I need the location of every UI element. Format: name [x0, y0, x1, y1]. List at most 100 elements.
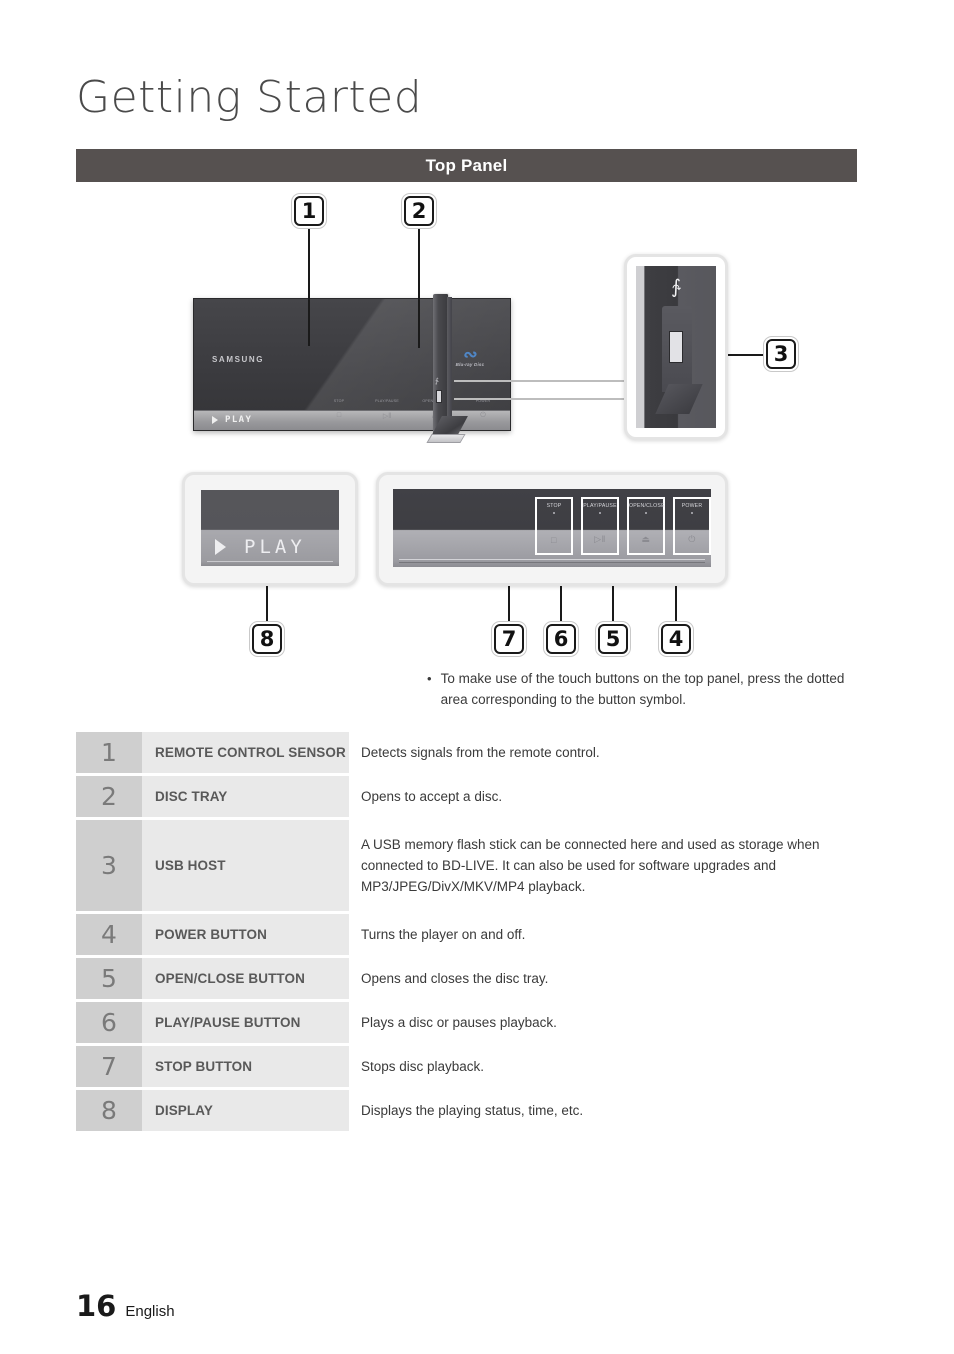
bullet-icon: • [427, 671, 432, 686]
touch-button-note: • To make use of the touch buttons on th… [427, 668, 847, 710]
row-label: PLAY/PAUSE BUTTON [142, 1002, 349, 1043]
row-number: 3 [76, 820, 142, 911]
front-stop-label: STOP [333, 399, 345, 403]
callout-badge-8: 8 [252, 624, 282, 654]
side-usb-icon: ∱ [435, 378, 439, 385]
front-touch-button-power[interactable]: POWER ⏻ [470, 399, 496, 420]
usb-port-opening [669, 331, 683, 363]
row-number: 8 [76, 1090, 142, 1131]
callout-badge-5: 5 [598, 624, 628, 654]
play-pause-symbol-icon: ▷‖ [382, 413, 392, 420]
callout-badge-6: 6 [546, 624, 576, 654]
samsung-brand-logo: SAMSUNG [212, 355, 265, 364]
touch-button-power[interactable]: POWER ⏻ [673, 497, 711, 555]
touch-power-dot [691, 512, 693, 514]
touch-stop-dot [553, 512, 555, 514]
touch-button-stop[interactable]: STOP □ [535, 497, 573, 555]
page-title: Getting Started [76, 72, 423, 123]
front-play-pause-label: PLAY/PAUSE [375, 399, 399, 403]
table-row: 2 DISC TRAY Opens to accept a disc. [76, 776, 857, 817]
usb-zoom-connector-top [454, 380, 626, 382]
side-stand-base [426, 434, 466, 443]
display-status-text: PLAY [244, 536, 306, 558]
leader-line-8 [266, 580, 268, 624]
usb-host-magnified-view: ∱ [624, 254, 728, 440]
display-play-triangle-icon [215, 539, 226, 555]
front-touch-button-play-pause[interactable]: PLAY/PAUSE ▷‖ [374, 399, 400, 420]
row-description: Opens to accept a disc. [349, 776, 857, 817]
table-row: 6 PLAY/PAUSE BUTTON Plays a disc or paus… [76, 1002, 857, 1043]
front-display: PLAY [212, 415, 252, 425]
usb-zoom-connector-bottom [454, 398, 626, 400]
touch-play-pause-label: PLAY/PAUSE [583, 503, 617, 509]
leader-line-4 [675, 580, 677, 624]
callout-badge-1: 1 [294, 196, 324, 226]
leader-line-1 [308, 226, 310, 346]
player-front-view: SAMSUNG ∾ Blu-ray Disc PLAY STOP □ PLAY/… [193, 298, 511, 431]
eject-icon: ⏏ [641, 534, 651, 544]
callout-badge-7: 7 [494, 624, 524, 654]
stop-symbol-icon: □ [336, 412, 342, 419]
display-magnified-view: PLAY [182, 472, 358, 586]
row-label: DISC TRAY [142, 776, 349, 817]
callout-badge-3: 3 [766, 339, 796, 369]
touch-button-group: STOP □ PLAY/PAUSE ▷‖ OPEN/CLOSE ⏏ POWER [535, 497, 711, 555]
touch-stop-label: STOP [546, 503, 562, 509]
touch-power-label: POWER [681, 503, 703, 509]
page-footer: 16 English [76, 1289, 175, 1323]
display-screen: PLAY [201, 490, 339, 566]
row-label: DISPLAY [142, 1090, 349, 1131]
leader-line-7 [508, 580, 510, 624]
row-label: OPEN/CLOSE BUTTON [142, 958, 349, 999]
row-description: Stops disc playback. [349, 1046, 857, 1087]
row-number: 2 [76, 776, 142, 817]
row-description: A USB memory flash stick can be connecte… [349, 820, 857, 911]
callout-badge-2: 2 [404, 196, 434, 226]
section-header-bar: Top Panel [76, 149, 857, 182]
table-row: 1 REMOTE CONTROL SENSOR Detects signals … [76, 732, 857, 773]
row-description: Opens and closes the disc tray. [349, 958, 857, 999]
display-status-row: PLAY [201, 536, 339, 558]
front-touch-button-stop[interactable]: STOP □ [326, 399, 352, 420]
display-underline [207, 561, 333, 562]
row-number: 7 [76, 1046, 142, 1087]
table-row: 5 OPEN/CLOSE BUTTON Opens and closes the… [76, 958, 857, 999]
side-usb-port [436, 390, 442, 403]
stop-icon: □ [551, 535, 557, 545]
row-label: USB HOST [142, 820, 349, 911]
row-label: REMOTE CONTROL SENSOR [142, 732, 349, 773]
row-number: 6 [76, 1002, 142, 1043]
front-touch-button-row: STOP □ PLAY/PAUSE ▷‖ OPEN/CLOSE ⏏ POWER … [326, 399, 496, 420]
side-body [433, 294, 448, 434]
row-description: Displays the playing status, time, etc. [349, 1090, 857, 1131]
power-symbol-icon: ⏻ [480, 412, 486, 419]
touch-open-close-dot [645, 512, 647, 514]
table-row: 8 DISPLAY Displays the playing status, t… [76, 1090, 857, 1131]
row-number: 5 [76, 958, 142, 999]
table-row: 4 POWER BUTTON Turns the player on and o… [76, 914, 857, 955]
usb-zoom-surface: ∱ [636, 266, 716, 428]
callout-badge-4: 4 [661, 624, 691, 654]
touch-panel-surface: STOP □ PLAY/PAUSE ▷‖ OPEN/CLOSE ⏏ POWER [393, 489, 711, 567]
side-body-edge [447, 297, 452, 432]
touch-button-open-close[interactable]: OPEN/CLOSE ⏏ [627, 497, 665, 555]
touch-open-close-label: OPEN/CLOSE [629, 503, 665, 509]
play-triangle-icon [212, 416, 218, 424]
note-text: To make use of the touch buttons on the … [440, 671, 845, 707]
section-header-title: Top Panel [425, 155, 508, 175]
top-panel-illustration: 1 2 SAMSUNG ∾ Blu-ray Disc PLAY STOP □ P… [76, 182, 857, 662]
row-number: 4 [76, 914, 142, 955]
power-icon: ⏻ [688, 534, 696, 544]
touch-buttons-magnified-view: STOP □ PLAY/PAUSE ▷‖ OPEN/CLOSE ⏏ POWER [376, 472, 728, 586]
touch-panel-underline [399, 559, 705, 563]
row-description: Detects signals from the remote control. [349, 732, 857, 773]
touch-play-pause-dot [599, 512, 601, 514]
table-row: 7 STOP BUTTON Stops disc playback. [76, 1046, 857, 1087]
row-description: Plays a disc or pauses playback. [349, 1002, 857, 1043]
leader-line-5 [612, 580, 614, 624]
page-number: 16 [76, 1289, 117, 1323]
touch-button-play-pause[interactable]: PLAY/PAUSE ▷‖ [581, 497, 619, 555]
play-pause-icon: ▷‖ [594, 534, 606, 544]
row-label: POWER BUTTON [142, 914, 349, 955]
table-row: 3 USB HOST A USB memory flash stick can … [76, 820, 857, 911]
